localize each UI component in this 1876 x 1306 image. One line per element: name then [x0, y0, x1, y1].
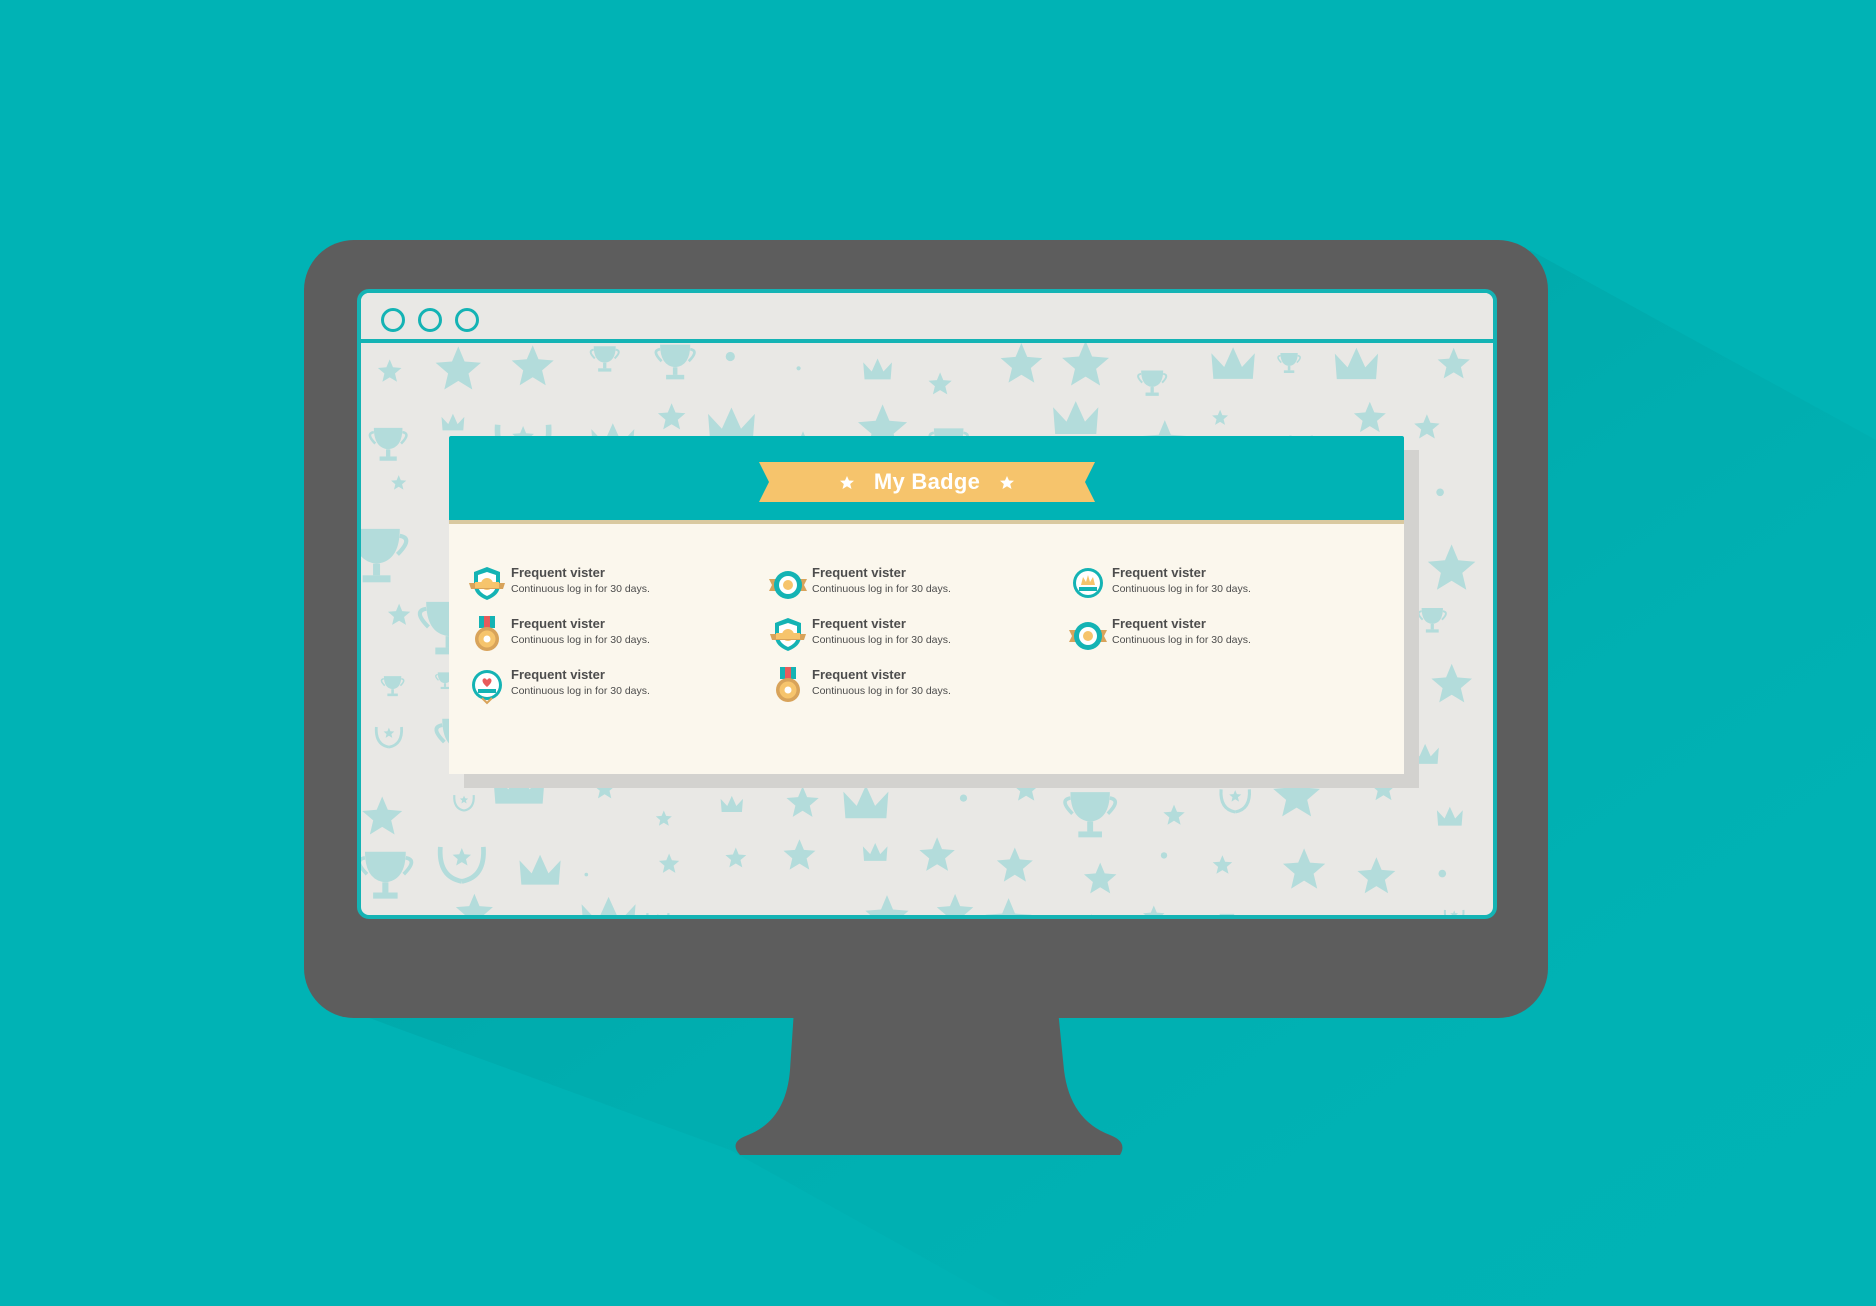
badge-title: Frequent vister — [812, 667, 906, 682]
medal-badge-icon — [475, 616, 499, 651]
badge-item[interactable]: Frequent vister Continuous log in for 30 … — [467, 563, 757, 603]
badge-title: Frequent vister — [511, 667, 605, 682]
badge-title: Frequent vister — [812, 616, 906, 631]
badge-description: Continuous log in for 30 days. — [812, 685, 951, 697]
window-close-button[interactable] — [381, 308, 405, 332]
badge-item[interactable]: Frequent vister Continuous log in for 30 … — [1068, 563, 1358, 603]
badge-item[interactable]: Frequent vister Continuous log in for 30 … — [768, 665, 1058, 705]
badge-description: Continuous log in for 30 days. — [511, 685, 650, 697]
window-titlebar — [361, 293, 1493, 343]
panel-title: My Badge — [873, 469, 981, 494]
badge-item[interactable]: Frequent vister Continuous log in for 30 … — [768, 563, 1058, 603]
badge-description: Continuous log in for 30 days. — [1112, 634, 1251, 646]
badge-description: Continuous log in for 30 days. — [511, 634, 650, 646]
window-minimize-button[interactable] — [418, 308, 442, 332]
badge-title: Frequent vister — [511, 616, 605, 631]
badge-title: Frequent vister — [1112, 616, 1206, 631]
badge-item[interactable]: Frequent vister Continuous log in for 30 … — [467, 614, 757, 654]
badge-title: Frequent vister — [1112, 565, 1206, 580]
badge-description: Continuous log in for 30 days. — [812, 583, 951, 595]
shield-ribbon-badge-icon — [770, 618, 806, 651]
badge-panel: My Badge Frequent vister Continuous log i… — [449, 436, 1404, 774]
ring-ribbon-badge-icon — [1069, 622, 1107, 650]
badge-description: Continuous log in for 30 days. — [1112, 583, 1251, 595]
badge-title: Frequent vister — [812, 565, 906, 580]
heart-circle-badge-icon — [472, 670, 502, 705]
badge-item[interactable]: Frequent vister Continuous log in for 30 … — [467, 665, 757, 705]
window-maximize-button[interactable] — [455, 308, 479, 332]
medal-badge-icon — [776, 667, 800, 702]
badge-description: Continuous log in for 30 days. — [812, 634, 951, 646]
badge-description: Continuous log in for 30 days. — [511, 583, 650, 595]
crown-circle-badge-icon — [1073, 568, 1103, 598]
badge-title: Frequent vister — [511, 565, 605, 580]
ring-ribbon-badge-icon — [769, 571, 807, 599]
panel-header: My Badge — [449, 436, 1404, 524]
badge-item[interactable]: Frequent vister Continuous log in for 30 … — [768, 614, 1058, 654]
shield-ribbon-badge-icon — [469, 567, 505, 600]
badge-item[interactable]: Frequent vister Continuous log in for 30 … — [1068, 614, 1358, 654]
